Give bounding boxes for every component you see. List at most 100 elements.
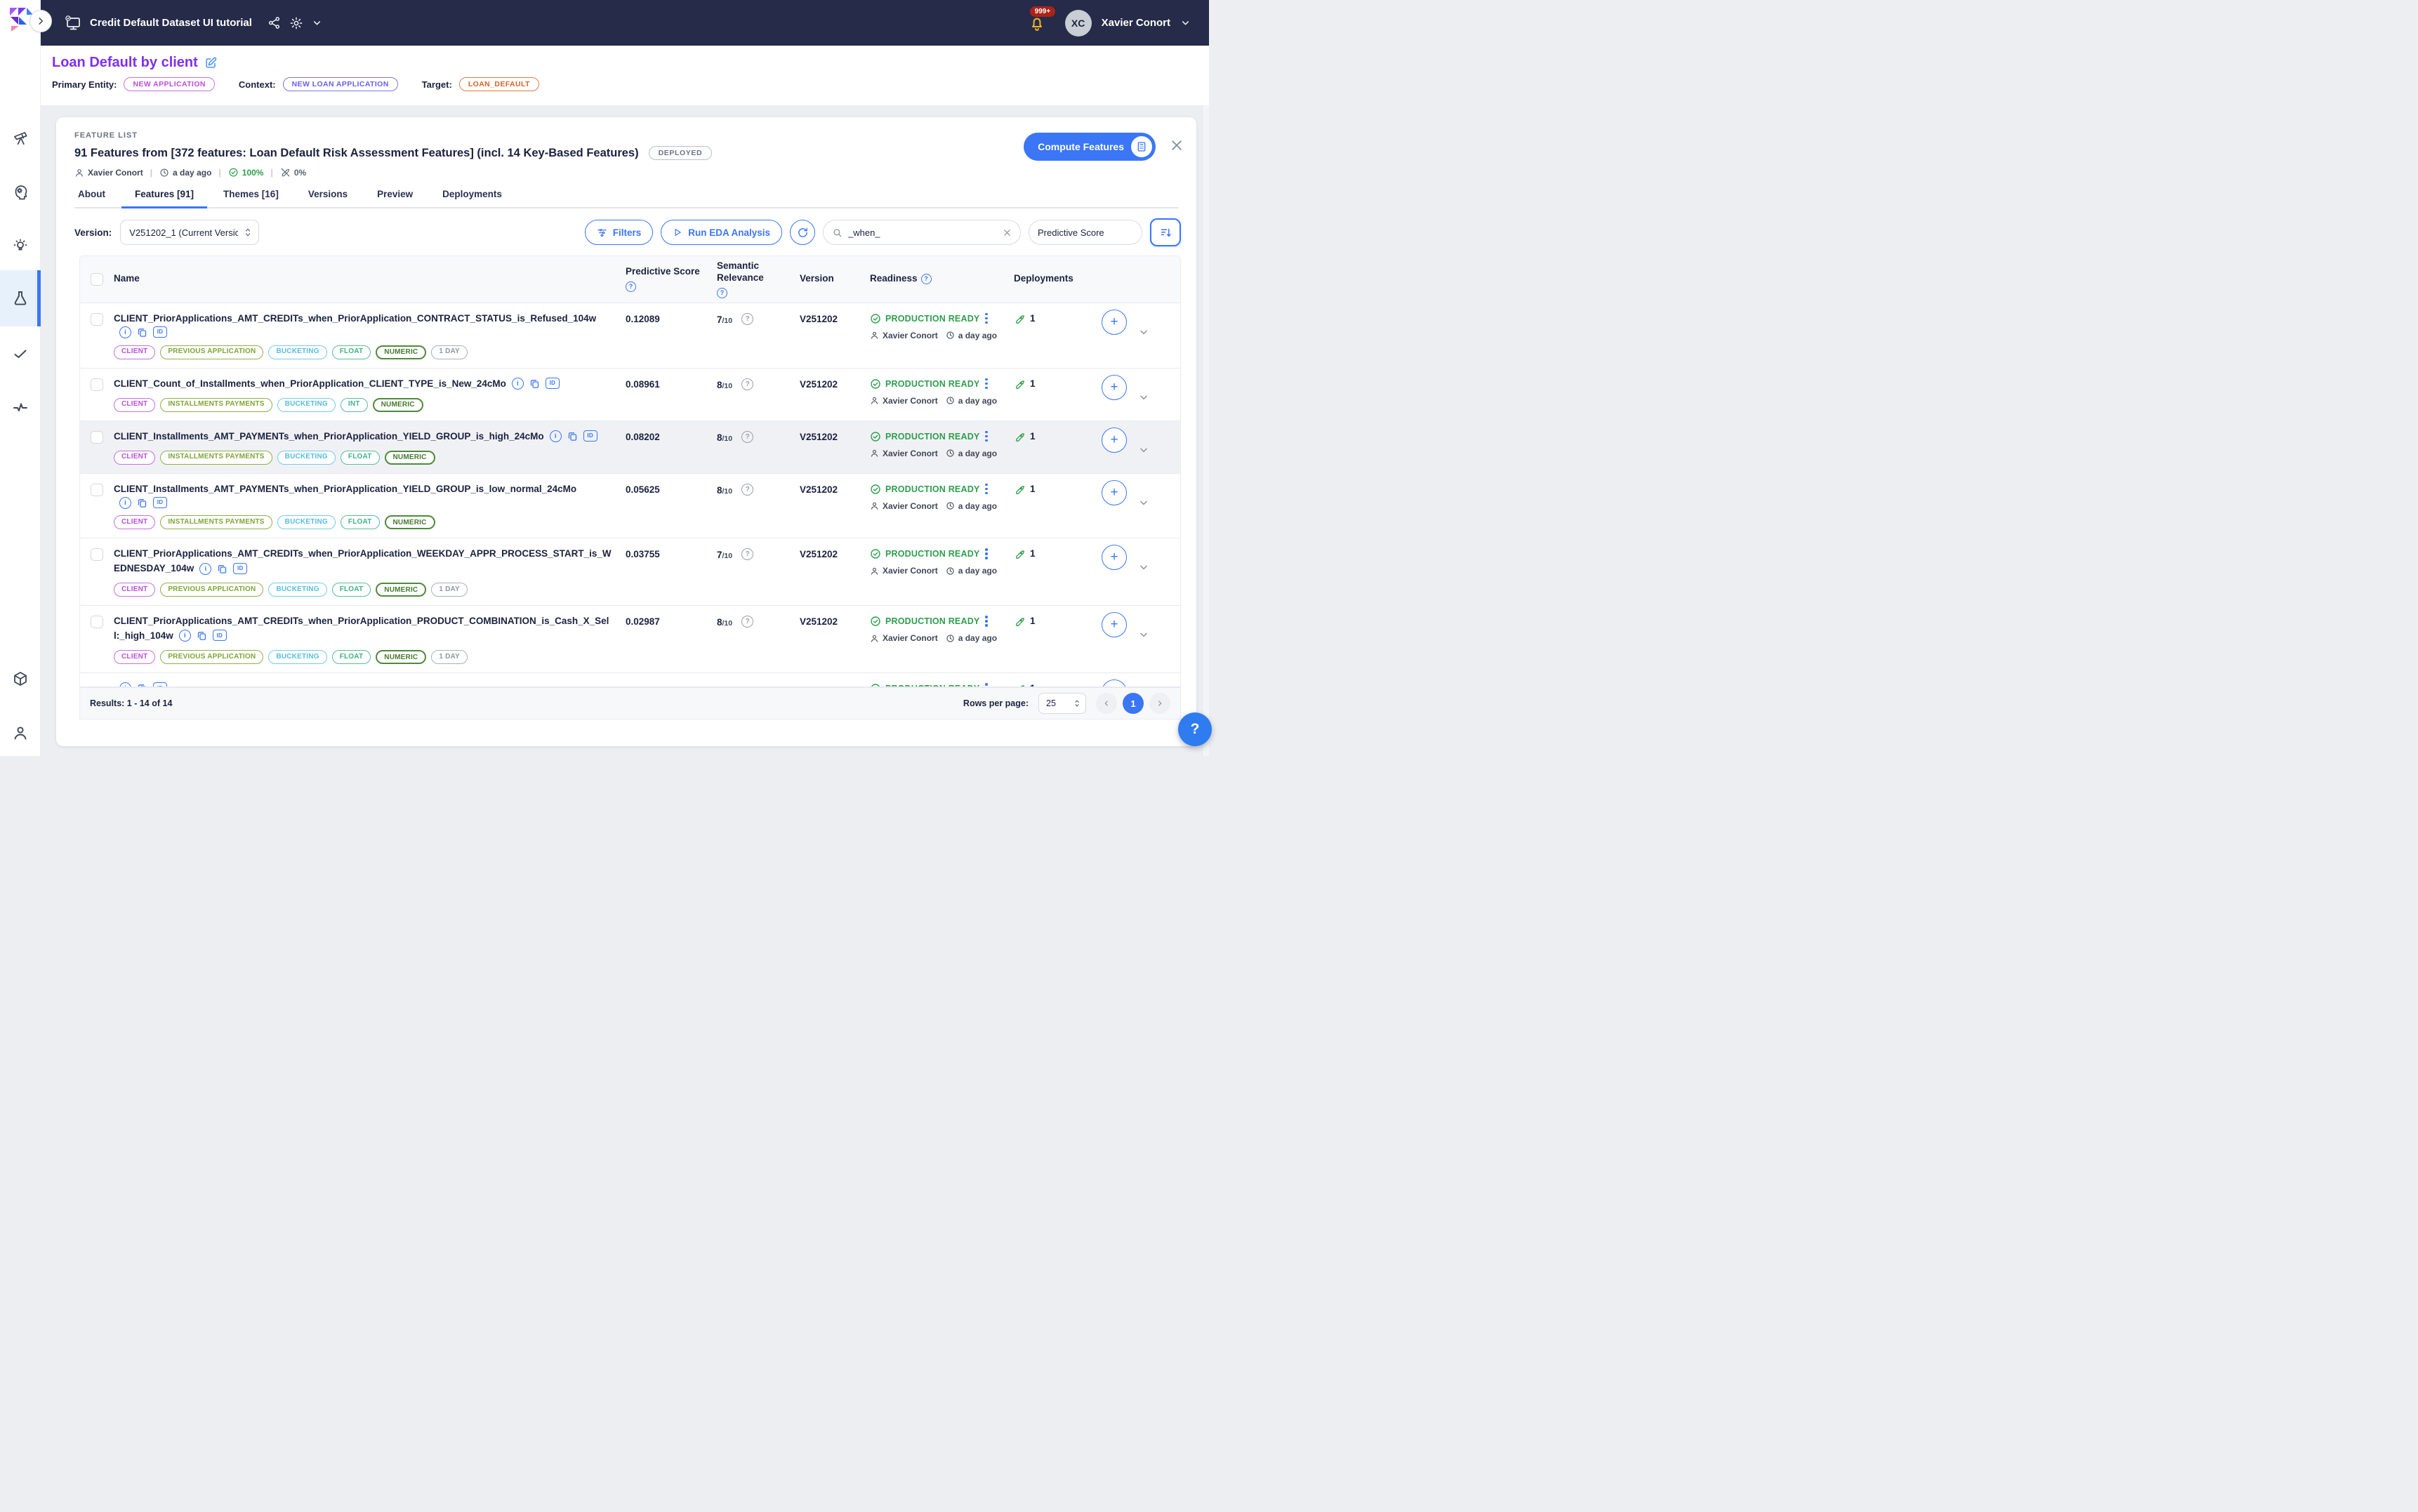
info-icon[interactable]: i: [550, 430, 562, 442]
info-icon[interactable]: i: [119, 682, 131, 687]
feature-name[interactable]: CLIENT_Installments_AMT_PAYMENTs_when_Pr…: [114, 484, 576, 494]
kebab-menu-icon[interactable]: [985, 431, 988, 442]
search-box[interactable]: [823, 220, 1021, 245]
row-checkbox[interactable]: [91, 431, 103, 444]
version-select[interactable]: V251202_1 (Current Version): [120, 220, 259, 245]
add-button[interactable]: +: [1102, 612, 1127, 637]
id-icon[interactable]: ID: [153, 682, 167, 687]
add-button[interactable]: +: [1102, 545, 1127, 570]
tab-versions[interactable]: Versions: [306, 189, 350, 207]
tab-deployments[interactable]: Deployments: [440, 189, 504, 207]
kebab-menu-icon[interactable]: [985, 313, 988, 324]
tab-preview[interactable]: Preview: [375, 189, 415, 207]
copy-icon[interactable]: [136, 682, 148, 687]
table-row[interactable]: CLIENT_Count_of_Installments_when_PriorA…: [80, 369, 1180, 421]
user-chevron-down-icon[interactable]: [1180, 18, 1191, 28]
expand-chevron-icon[interactable]: [1138, 392, 1149, 403]
sidebar-expand-button[interactable]: [29, 10, 52, 32]
readiness-help-icon[interactable]: ?: [921, 274, 932, 284]
semantic-question-icon[interactable]: ?: [741, 484, 753, 496]
notifications-bell-icon[interactable]: 999+: [1029, 15, 1045, 32]
expand-chevron-icon[interactable]: [1138, 497, 1149, 508]
add-button[interactable]: +: [1102, 310, 1127, 335]
semantic-question-icon[interactable]: ?: [741, 431, 753, 443]
settings-gear-icon[interactable]: [289, 16, 303, 30]
help-button[interactable]: ?: [1178, 712, 1212, 746]
share-icon[interactable]: [267, 16, 281, 29]
current-page-button[interactable]: 1: [1123, 693, 1144, 714]
expand-chevron-icon[interactable]: [1138, 326, 1149, 338]
copy-icon[interactable]: [136, 497, 148, 509]
add-button[interactable]: +: [1102, 375, 1127, 400]
edit-icon[interactable]: [204, 56, 218, 69]
lightbulb-icon[interactable]: [0, 226, 41, 267]
semantic-help-icon[interactable]: ?: [717, 288, 727, 298]
copy-icon[interactable]: [216, 563, 228, 575]
feature-name[interactable]: CLIENT_Count_of_Installments_when_PriorA…: [114, 378, 506, 389]
header-deployments[interactable]: Deployments: [1014, 269, 1102, 289]
copy-icon[interactable]: [196, 630, 208, 642]
close-icon[interactable]: [1170, 138, 1184, 152]
semantic-question-icon[interactable]: ?: [741, 378, 753, 390]
kebab-menu-icon[interactable]: [985, 484, 988, 495]
run-eda-button[interactable]: Run EDA Analysis: [661, 220, 782, 245]
compute-features-button[interactable]: Compute Features: [1024, 133, 1156, 161]
filters-button[interactable]: Filters: [585, 220, 654, 245]
table-row[interactable]: CLIENT_Installments_AMT_PAYMENTs_when_Pr…: [80, 474, 1180, 539]
checkmark-icon[interactable]: [0, 333, 41, 374]
row-checkbox[interactable]: [91, 378, 103, 391]
sort-field-select[interactable]: Predictive Score: [1029, 220, 1142, 245]
add-button[interactable]: +: [1102, 480, 1127, 505]
copy-icon[interactable]: [136, 326, 148, 338]
kebab-menu-icon[interactable]: [985, 548, 988, 559]
add-button[interactable]: +: [1102, 427, 1127, 453]
id-icon[interactable]: ID: [153, 326, 167, 338]
expand-chevron-icon[interactable]: [1138, 629, 1149, 640]
copy-icon[interactable]: [529, 378, 541, 390]
table-row[interactable]: CLIENT_Installments_AMT_PAYMENTs_when_Pr…: [80, 421, 1180, 474]
tab-features-91[interactable]: Features [91]: [133, 189, 196, 207]
cube-icon[interactable]: [0, 658, 41, 699]
primary-entity-pill[interactable]: NEW APPLICATION: [124, 77, 214, 91]
clear-search-icon[interactable]: [1003, 228, 1012, 237]
table-row[interactable]: CLIENT_PriorApplications_AMT_CREDITs_whe…: [80, 538, 1180, 606]
info-icon[interactable]: i: [179, 630, 191, 642]
kebab-menu-icon[interactable]: [985, 616, 988, 627]
semantic-question-icon[interactable]: ?: [741, 616, 753, 628]
workspace-title[interactable]: Credit Default Dataset UI tutorial: [90, 17, 252, 29]
tab-themes-16[interactable]: Themes [16]: [221, 189, 281, 207]
header-name[interactable]: Name: [114, 269, 626, 289]
add-button[interactable]: +: [1102, 679, 1127, 687]
table-row[interactable]: CLIENT_PriorApplications_AMT_CREDITs_whe…: [80, 303, 1180, 369]
info-icon[interactable]: i: [512, 378, 524, 390]
expand-chevron-icon[interactable]: [1138, 444, 1149, 456]
row-checkbox[interactable]: [91, 484, 103, 496]
id-icon[interactable]: ID: [546, 378, 560, 389]
expand-chevron-icon[interactable]: [1138, 562, 1149, 573]
table-row[interactable]: iID ? PRODUCTION READY 1: [80, 673, 1180, 687]
id-icon[interactable]: ID: [233, 563, 247, 574]
workspace-chevron-down-icon[interactable]: [312, 18, 322, 28]
tab-about[interactable]: About: [76, 189, 107, 207]
search-input[interactable]: [848, 227, 997, 238]
table-row[interactable]: CLIENT_PriorApplications_AMT_CREDITs_whe…: [80, 606, 1180, 673]
header-predictive-score[interactable]: Predictive Score?: [626, 262, 717, 296]
row-checkbox[interactable]: [91, 616, 103, 628]
header-semantic-relevance[interactable]: Semantic Relevance?: [717, 256, 800, 303]
sort-direction-button[interactable]: [1150, 218, 1181, 246]
score-help-icon[interactable]: ?: [626, 281, 636, 292]
semantic-question-icon[interactable]: ?: [741, 548, 753, 560]
semantic-question-icon[interactable]: ?: [741, 313, 753, 325]
prev-page-button[interactable]: [1096, 693, 1117, 714]
brain-gear-icon[interactable]: [0, 172, 41, 213]
flask-icon[interactable]: [0, 270, 41, 326]
id-icon[interactable]: ID: [153, 497, 167, 508]
header-version[interactable]: Version: [800, 269, 870, 289]
feature-name[interactable]: CLIENT_PriorApplications_AMT_CREDITs_whe…: [114, 548, 612, 573]
id-icon[interactable]: ID: [583, 430, 597, 442]
activity-icon[interactable]: [0, 387, 41, 427]
info-icon[interactable]: i: [119, 326, 131, 338]
header-readiness[interactable]: Readiness?: [870, 269, 1014, 289]
refresh-icon[interactable]: [790, 220, 815, 245]
info-icon[interactable]: i: [199, 563, 211, 575]
